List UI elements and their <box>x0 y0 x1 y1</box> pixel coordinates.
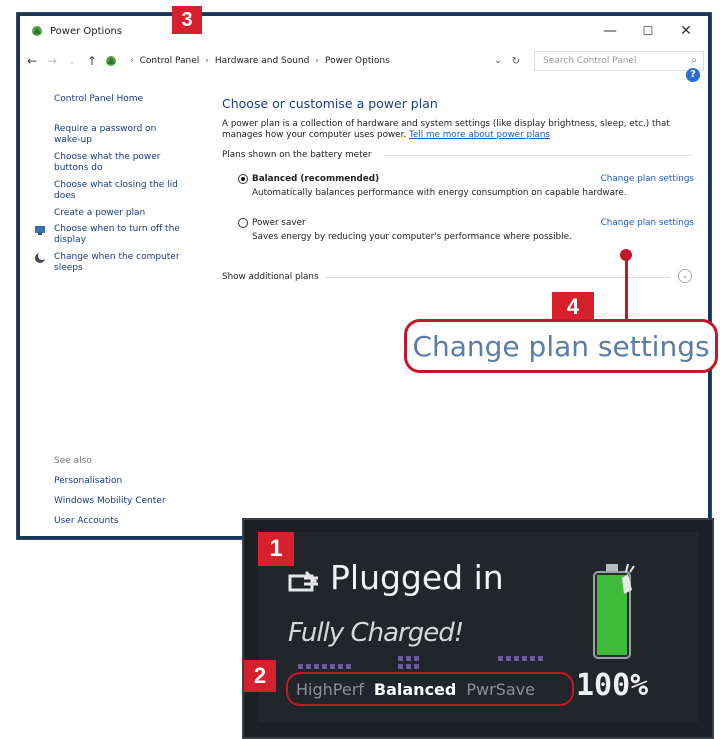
mode-level-bars <box>298 656 543 669</box>
breadcrumb-control-panel[interactable]: Control Panel <box>140 56 200 66</box>
sidebar-item-closing-lid[interactable]: Choose what closing the lid does <box>54 180 184 202</box>
change-plan-settings-power-saver[interactable]: Change plan settings <box>601 218 694 228</box>
search-input[interactable]: Search Control Panel ⌕ <box>534 51 704 71</box>
sidebar-item-computer-sleeps[interactable]: Change when the computer sleeps <box>54 252 184 274</box>
callout-badge-1: 1 <box>258 532 294 566</box>
forward-arrow-icon[interactable]: → <box>44 54 60 68</box>
plans-group: Plans shown on the battery meter <box>222 150 698 160</box>
sidebar-item-create-plan[interactable]: Create a power plan <box>54 208 184 219</box>
moon-icon <box>35 252 46 263</box>
sidebar-item-require-password[interactable]: Require a password on wake-up <box>54 124 184 146</box>
plan-name-power-saver: Power saver <box>252 218 306 228</box>
expand-chevron-icon[interactable]: ⌄ <box>678 269 692 283</box>
power-options-app-icon <box>32 26 42 36</box>
title-bar: Power Options — ☐ ✕ <box>20 16 708 46</box>
address-dropdown-icon[interactable]: ⌄ <box>494 56 502 66</box>
help-icon[interactable]: ? <box>686 68 700 82</box>
widget-status-title: Plugged in <box>330 558 504 597</box>
main-content: Choose or customise a power plan A power… <box>222 86 698 283</box>
search-icon: ⌕ <box>691 55 697 66</box>
see-also-personalisation[interactable]: Personalisation <box>54 476 184 487</box>
additional-plans-label: Show additional plans <box>222 272 319 282</box>
sidebar-item-power-buttons[interactable]: Choose what the power buttons do <box>54 152 184 174</box>
power-saver-radio[interactable] <box>238 218 248 228</box>
display-icon <box>35 226 45 235</box>
power-mode-selector: HighPerf Balanced PwrSave <box>286 672 574 706</box>
battery-panel: Plugged in Fully Charged! 100% HighPerf … <box>258 532 698 722</box>
plan-name-balanced: Balanced (recommended) <box>252 174 380 184</box>
plug-icon <box>288 570 318 592</box>
change-plan-settings-balanced[interactable]: Change plan settings <box>601 174 694 184</box>
address-bar: ← → ⌄ ↑ › Control Panel › Hardware and S… <box>20 46 708 76</box>
breadcrumb-hardware-and-sound[interactable]: Hardware and Sound <box>215 56 309 66</box>
see-also-mobility-center[interactable]: Windows Mobility Center <box>54 496 204 507</box>
plan-desc-power-saver: Saves energy by reducing your computer's… <box>252 232 572 242</box>
battery-icon <box>593 564 635 659</box>
callout-badge-2: 2 <box>244 660 276 692</box>
chevron-down-icon[interactable]: ⌄ <box>64 57 80 66</box>
mode-power-saver[interactable]: PwrSave <box>466 680 535 699</box>
sidebar-item-control-panel-home[interactable]: Control Panel Home <box>54 94 184 105</box>
balanced-radio[interactable] <box>238 174 248 184</box>
callout-4-leader <box>625 259 628 319</box>
breadcrumb: › Control Panel › Hardware and Sound › P… <box>130 56 390 66</box>
sidebar-item-turn-off-display[interactable]: Choose when to turn off the display <box>54 224 184 246</box>
callout-badge-3: 3 <box>172 6 202 34</box>
minimize-button[interactable]: — <box>592 20 628 42</box>
plan-power-saver: Power saver Saves energy by reducing you… <box>238 218 698 242</box>
see-also-user-accounts[interactable]: User Accounts <box>54 516 184 527</box>
page-description: A power plan is a collection of hardware… <box>222 119 698 141</box>
plans-group-label: Plans shown on the battery meter <box>222 150 372 160</box>
zoom-callout-change-plan-settings: Change plan settings <box>404 319 718 373</box>
up-arrow-icon[interactable]: ↑ <box>84 54 100 68</box>
close-button[interactable]: ✕ <box>668 20 704 42</box>
battery-widget: Plugged in Fully Charged! 100% HighPerf … <box>242 518 714 739</box>
plan-balanced: Balanced (recommended) Automatically bal… <box>238 174 698 198</box>
see-also-label: See also <box>54 456 92 466</box>
zoom-callout-text: Change plan settings <box>412 329 710 363</box>
back-arrow-icon[interactable]: ← <box>24 54 40 68</box>
power-options-window: Power Options — ☐ ✕ ← → ⌄ ↑ › Control Pa… <box>16 12 712 540</box>
window-title: Power Options <box>50 25 122 37</box>
mode-high-performance[interactable]: HighPerf <box>296 680 364 699</box>
plan-desc-balanced: Automatically balances performance with … <box>252 188 627 198</box>
sidebar: Control Panel Home Require a password on… <box>20 82 200 536</box>
breadcrumb-power-options[interactable]: Power Options <box>325 56 390 66</box>
more-info-link[interactable]: Tell me more about power plans <box>409 130 550 140</box>
widget-status-subtitle: Fully Charged! <box>288 618 464 648</box>
callout-badge-4: 4 <box>552 292 594 322</box>
battery-percentage: 100% <box>576 668 649 703</box>
mode-balanced[interactable]: Balanced <box>374 680 456 699</box>
control-panel-icon <box>106 56 116 66</box>
search-placeholder: Search Control Panel <box>543 56 637 66</box>
page-title: Choose or customise a power plan <box>222 96 438 111</box>
refresh-icon[interactable]: ↻ <box>512 56 520 67</box>
maximize-button[interactable]: ☐ <box>630 20 666 42</box>
